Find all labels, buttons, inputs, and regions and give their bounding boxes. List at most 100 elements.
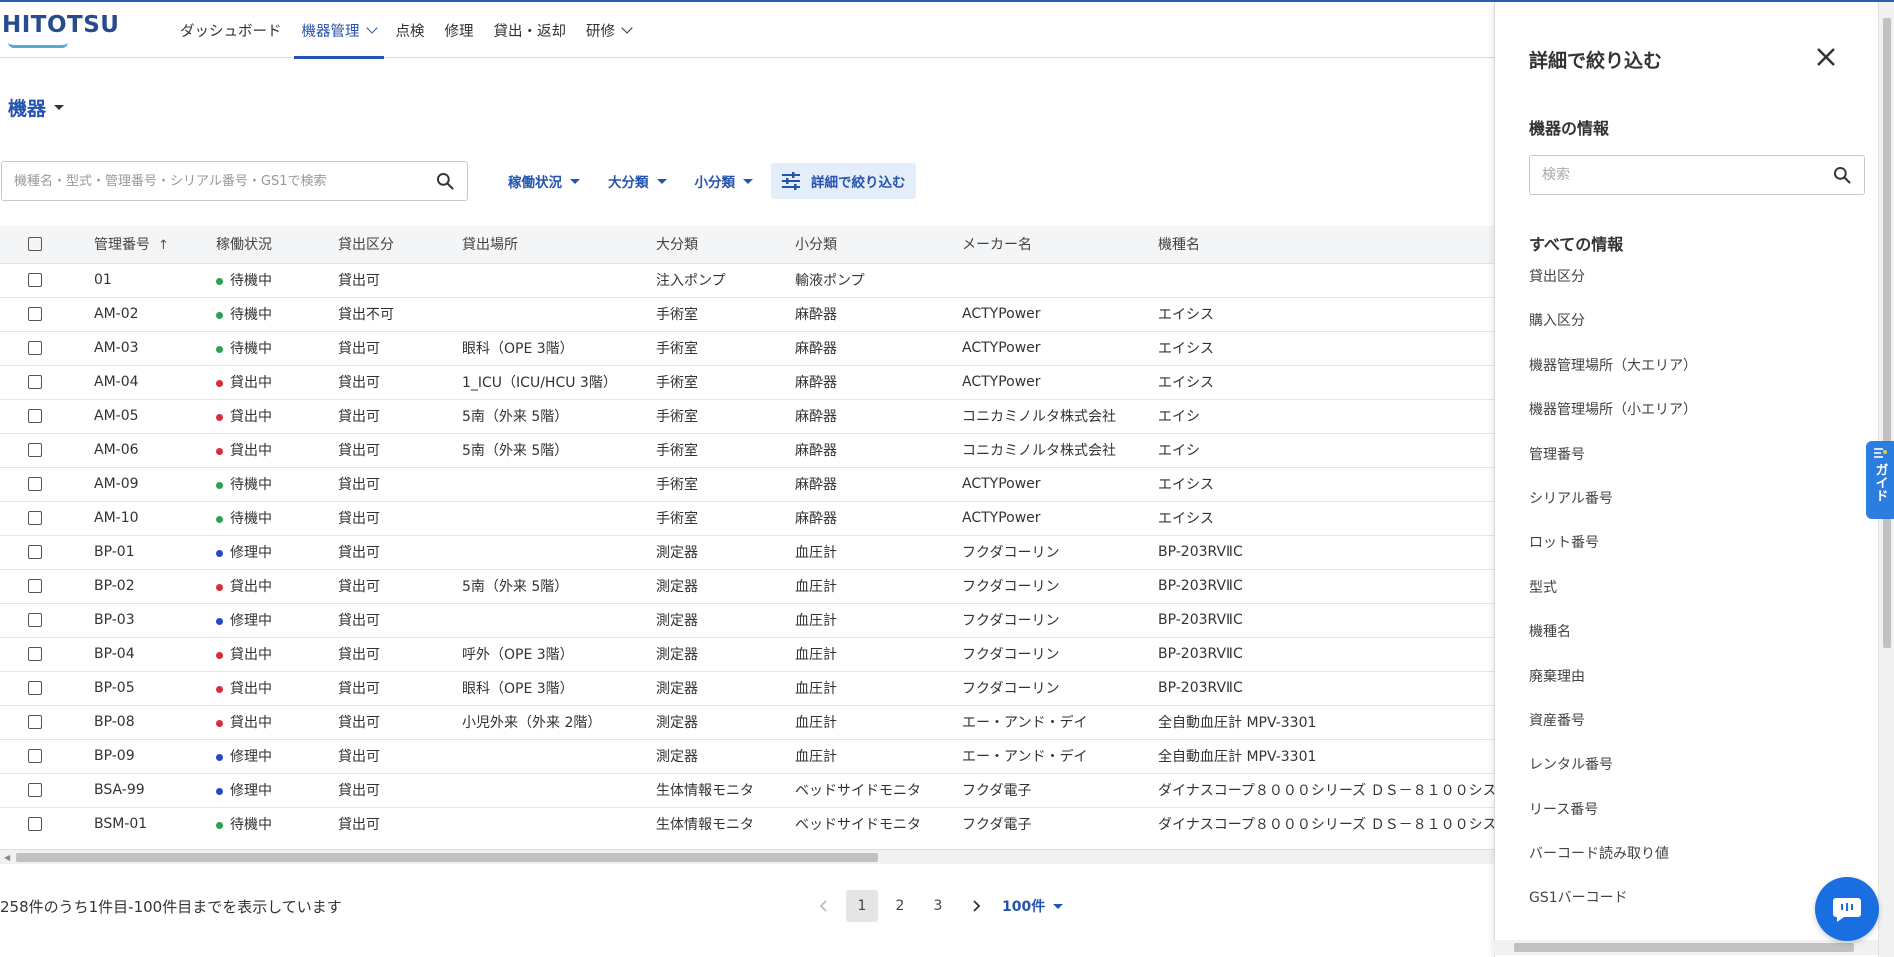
drawer-field-item[interactable]: 管理番号 — [1529, 444, 1849, 488]
cell-maker-text: フクダ電子 — [962, 783, 1032, 799]
col-header-status[interactable]: 稼働状況 — [216, 226, 338, 264]
col-header-maker[interactable]: メーカー名 — [962, 226, 1158, 264]
row-checkbox[interactable] — [28, 579, 42, 593]
cell-maker-text: フクダ電子 — [962, 817, 1032, 833]
row-checkbox[interactable] — [28, 511, 42, 525]
col-header-place[interactable]: 貸出場所 — [462, 226, 656, 264]
table-row[interactable]: BSA-99 修理中 貸出可 生体情報モニタ ベッドサイドモニタ フクダ電子 ダイナスコープ… — [0, 773, 1494, 808]
row-checkbox[interactable] — [28, 375, 42, 389]
row-checkbox[interactable] — [28, 409, 42, 423]
row-checkbox[interactable] — [28, 307, 42, 321]
detail-filter-button[interactable]: 詳細で絞り込む — [771, 163, 916, 199]
page-button-2[interactable]: 2 — [884, 890, 916, 922]
nav-item-0[interactable]: ダッシュボード — [170, 2, 292, 58]
search-icon[interactable] — [435, 171, 455, 191]
page-button-1[interactable]: 1 — [846, 890, 878, 922]
status-dot-icon — [216, 413, 223, 421]
sort-up-icon[interactable]: ↑ — [158, 238, 169, 253]
drawer-horizontal-scrollbar[interactable] — [1494, 940, 1878, 955]
col-header-model[interactable]: 機種名 — [1158, 226, 1494, 264]
page-title-dropdown[interactable]: 機器 — [8, 94, 65, 121]
guide-tab[interactable]: ガイド — [1866, 441, 1894, 519]
table-row[interactable]: BP-09 修理中 貸出可 測定器 血圧計 エー・アンド・デイ 全自動血圧計 MPV-330… — [0, 739, 1494, 774]
table-row[interactable]: AM-05 貸出中 貸出可 5南（外来 5階） 手術室 麻酔器 コニカミノルタ株式会社 エイシ — [0, 399, 1494, 434]
scrollbar-thumb[interactable] — [16, 853, 878, 862]
table-row[interactable]: BP-08 貸出中 貸出可 小児外来（外来 2階） 測定器 血圧計 エー・アンド・デイ 全自動… — [0, 705, 1494, 740]
table-row[interactable]: BP-02 貸出中 貸出可 5南（外来 5階） 測定器 血圧計 フクダコーリン BP-203R… — [0, 569, 1494, 604]
table-row[interactable]: BP-04 貸出中 貸出可 呼外（OPE 3階） 測定器 血圧計 フクダコーリン BP-203… — [0, 637, 1494, 672]
drawer-field-item[interactable]: リース番号 — [1529, 799, 1849, 843]
logo[interactable]: HITOTSU — [2, 12, 119, 48]
cell-minor: 輸液ポンプ — [795, 263, 962, 298]
table-row[interactable]: AM-02 待機中 貸出不可 手術室 麻酔器 ACTYPower エイシス — [0, 297, 1494, 332]
table-row[interactable]: AM-03 待機中 貸出可 眼科（OPE 3階） 手術室 麻酔器 ACTYPower エイシス — [0, 331, 1494, 366]
table-row[interactable]: 01 待機中 貸出可 注入ポンプ 輸液ポンプ — [0, 263, 1494, 298]
table-row[interactable]: BP-03 修理中 貸出可 測定器 血圧計 フクダコーリン BP-203RVⅡC — [0, 603, 1494, 638]
table-row[interactable]: BSM-01 待機中 貸出可 生体情報モニタ ベッドサイドモニタ フクダ電子 ダイナスコープ… — [0, 807, 1494, 840]
drawer-field-item[interactable]: 機器管理場所（大エリア） — [1529, 355, 1849, 399]
drawer-field-item[interactable]: 資産番号 — [1529, 710, 1849, 754]
next-page-icon[interactable] — [960, 890, 992, 922]
drawer-field-item[interactable]: 廃棄理由 — [1529, 666, 1849, 710]
minor-category-filter-button[interactable]: 小分類 — [685, 163, 764, 199]
drawer-field-item[interactable]: 機種名 — [1529, 621, 1849, 665]
drawer-field-item[interactable]: バーコード読み取り値 — [1529, 843, 1849, 887]
row-checkbox[interactable] — [28, 783, 42, 797]
row-checkbox[interactable] — [28, 715, 42, 729]
select-all-checkbox[interactable] — [28, 237, 42, 252]
cell-maker-text: ACTYPower — [962, 476, 1041, 492]
page-button-3[interactable]: 3 — [922, 890, 954, 922]
close-icon[interactable] — [1811, 42, 1841, 72]
nav-item-3[interactable]: 修理 — [435, 2, 484, 58]
row-checkbox[interactable] — [28, 613, 42, 627]
nav-item-2[interactable]: 点検 — [386, 2, 435, 58]
table-row[interactable]: BP-01 修理中 貸出可 測定器 血圧計 フクダコーリン BP-203RVⅡC — [0, 535, 1494, 570]
drawer-field-item[interactable]: GS1バーコード — [1529, 887, 1849, 931]
scrollbar-thumb[interactable] — [1883, 18, 1891, 648]
cell-id: BP-01 — [94, 535, 216, 570]
nav-item-5[interactable]: 研修 — [576, 2, 641, 58]
col-header-lend[interactable]: 貸出区分 — [338, 226, 462, 264]
chat-button[interactable] — [1815, 877, 1879, 941]
drawer-field-item[interactable]: シリアル番号 — [1529, 488, 1849, 532]
table-row[interactable]: AM-06 貸出中 貸出可 5南（外来 5階） 手術室 麻酔器 コニカミノルタ株式会社 エイシ — [0, 433, 1494, 468]
search-icon[interactable] — [1832, 165, 1852, 185]
drawer-field-item[interactable]: 機器管理場所（小エリア） — [1529, 399, 1849, 443]
row-checkbox[interactable] — [28, 647, 42, 661]
scroll-left-icon[interactable]: ◀ — [4, 853, 10, 862]
row-checkbox[interactable] — [28, 749, 42, 763]
scrollbar-thumb[interactable] — [1514, 943, 1854, 952]
table-row[interactable]: BP-05 貸出中 貸出可 眼科（OPE 3階） 測定器 血圧計 フクダコーリン BP-203… — [0, 671, 1494, 706]
nav-item-1[interactable]: 機器管理 — [292, 2, 386, 59]
drawer-search-input[interactable] — [1542, 167, 1832, 183]
per-page-select[interactable]: 100件 — [1002, 896, 1064, 916]
nav-item-4[interactable]: 貸出・返却 — [484, 2, 577, 58]
col-header-minor[interactable]: 小分類 — [795, 226, 962, 264]
table-horizontal-scrollbar[interactable]: ◀ — [0, 849, 1494, 864]
cell-lend: 貸出可 — [338, 263, 462, 298]
cell-minor: 血圧計 — [795, 739, 962, 774]
row-checkbox[interactable] — [28, 817, 42, 831]
drawer-field-item[interactable]: 型式 — [1529, 577, 1849, 621]
search-input[interactable] — [14, 173, 435, 189]
cell-id: BSA-99 — [94, 773, 216, 808]
table-row[interactable]: AM-10 待機中 貸出可 手術室 麻酔器 ACTYPower エイシス — [0, 501, 1494, 536]
row-checkbox[interactable] — [28, 443, 42, 457]
cell-status-text: 待機中 — [230, 477, 272, 493]
row-checkbox[interactable] — [28, 681, 42, 695]
drawer-field-item[interactable]: ロット番号 — [1529, 532, 1849, 576]
major-category-filter-button[interactable]: 大分類 — [598, 163, 677, 199]
col-header-major[interactable]: 大分類 — [656, 226, 795, 264]
col-header-id[interactable]: 管理番号 ↑ — [94, 226, 216, 264]
row-checkbox[interactable] — [28, 477, 42, 491]
drawer-field-item[interactable]: 貸出区分 — [1529, 266, 1849, 310]
drawer-field-item[interactable]: 購入区分 — [1529, 310, 1849, 354]
row-checkbox[interactable] — [28, 341, 42, 355]
table-row[interactable]: AM-09 待機中 貸出可 手術室 麻酔器 ACTYPower エイシス — [0, 467, 1494, 502]
status-filter-button[interactable]: 稼働状況 — [498, 163, 590, 199]
table-row[interactable]: AM-04 貸出中 貸出可 1_ICU（ICU/HCU 3階） 手術室 麻酔器 ACTYPo… — [0, 365, 1494, 400]
prev-page-icon[interactable] — [808, 890, 840, 922]
row-checkbox[interactable] — [28, 273, 42, 287]
row-checkbox[interactable] — [28, 545, 42, 559]
drawer-field-item[interactable]: レンタル番号 — [1529, 754, 1849, 798]
